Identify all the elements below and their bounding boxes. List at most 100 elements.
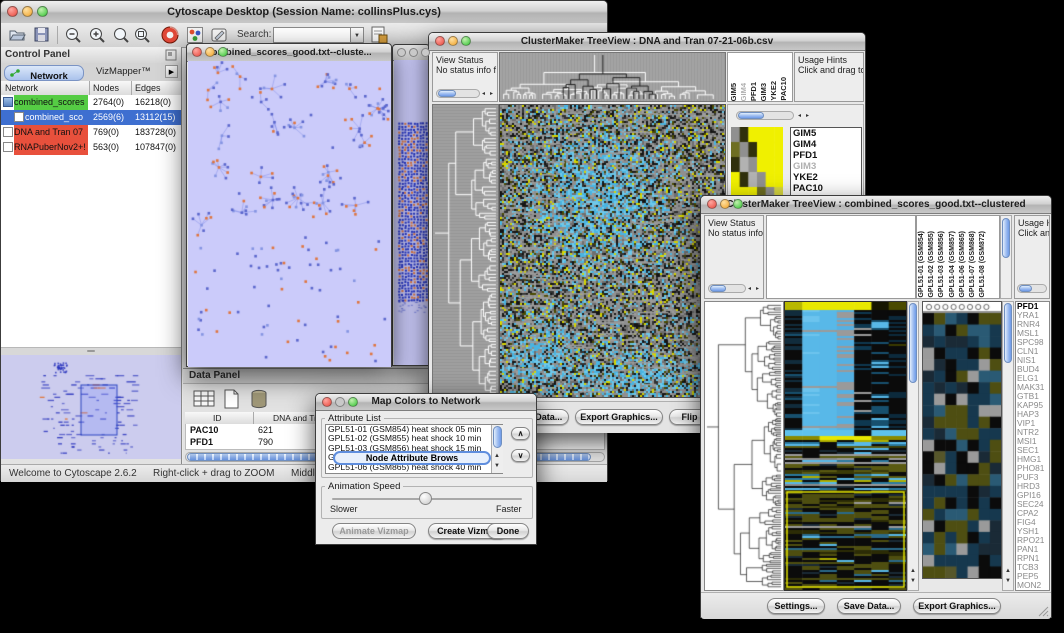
zoom-button[interactable]	[421, 48, 430, 57]
save-data-button[interactable]: Save Data...	[837, 598, 901, 614]
move-down-button[interactable]: ∨	[511, 449, 530, 462]
gene-label[interactable]: YKE2	[791, 172, 861, 183]
network-list-row[interactable]: combined_scores2764(0)16218(0)	[1, 95, 181, 110]
gene-label[interactable]: VIP1	[1016, 419, 1049, 428]
gene-label[interactable]: KAP95	[1016, 401, 1049, 410]
gene-label[interactable]: PFD1	[1016, 302, 1049, 311]
tab-vizmapper[interactable]: VizMapper™	[96, 66, 151, 77]
save-icon[interactable]	[34, 27, 49, 42]
birdseye-overview-canvas[interactable]	[1, 355, 181, 459]
column-label[interactable]: GPL51-02 (GSM855)	[928, 231, 938, 298]
zoom-out-icon[interactable]	[65, 27, 82, 43]
tv2-zoom-heatmap-canvas[interactable]	[922, 301, 1002, 579]
attribute-list-item[interactable]: GPL51-01 (GSM854) heat shock 05 min	[326, 425, 502, 434]
gene-label[interactable]: RPO21	[1016, 536, 1049, 545]
scroll-up-arrow[interactable]: ▲	[910, 568, 916, 575]
gene-label[interactable]: SEC24	[1016, 500, 1049, 509]
animate-vizmap-button[interactable]: Animate Vizmap	[332, 523, 416, 539]
scroll-down-arrow[interactable]: ▼	[494, 463, 500, 470]
col-edges[interactable]: Edges	[135, 83, 161, 93]
zoom-button[interactable]	[218, 47, 228, 57]
float-panel-icon[interactable]	[165, 49, 177, 61]
gene-label[interactable]: PHO81	[1016, 464, 1049, 473]
scroll-right-arrow[interactable]: ▸	[756, 286, 759, 293]
data-col-id[interactable]: ID	[213, 413, 222, 423]
network-list-row[interactable]: DNA and Tran 07769(0)183728(0)	[1, 125, 181, 140]
attribute-list-item[interactable]: GPL51-02 (GSM855) heat shock 10 min	[326, 434, 502, 443]
treeview2-title-bar[interactable]: ClusterMaker TreeView : combined_scores_…	[701, 196, 1051, 214]
new-doc-icon[interactable]	[223, 389, 241, 409]
tv2-row-dendrogram[interactable]	[704, 301, 784, 591]
gene-label[interactable]: PUF3	[1016, 473, 1049, 482]
minimize-button[interactable]	[720, 199, 730, 209]
speed-slider-thumb[interactable]	[419, 492, 432, 505]
gene-label[interactable]: PEP5	[1016, 572, 1049, 581]
attribute-grid-icon[interactable]	[193, 389, 215, 409]
scroll-down-arrow[interactable]: ▼	[1005, 578, 1011, 585]
scroll-thumb[interactable]	[438, 90, 456, 97]
node-attribute-browser-tab[interactable]: Node Attribute Brows	[333, 451, 491, 465]
annotation-icon[interactable]	[211, 27, 228, 43]
column-label[interactable]: GPL51-01 (GSM854)	[918, 231, 928, 298]
export-graphics-button[interactable]: Export Graphics...	[913, 598, 1001, 614]
resize-grip[interactable]	[1037, 605, 1049, 617]
gene-label[interactable]: CLN1	[1016, 347, 1049, 356]
attribute-list-vscrollbar[interactable]: ▲ ▼	[491, 425, 503, 473]
tv2-status-scrollbar[interactable]	[708, 284, 746, 293]
network-canvas[interactable]	[188, 61, 391, 367]
zoom-fit-icon[interactable]	[113, 27, 130, 43]
gene-label[interactable]: BUD4	[1016, 365, 1049, 374]
dense-network-canvas[interactable]	[394, 60, 429, 365]
gene-label[interactable]: MON2	[1016, 581, 1049, 590]
column-label[interactable]: PAC10	[780, 77, 790, 101]
settings-button[interactable]: Settings...	[767, 598, 825, 614]
gene-label[interactable]: HMG1	[1016, 455, 1049, 464]
report-icon[interactable]	[371, 26, 388, 44]
gene-label[interactable]: GIM3	[791, 161, 861, 172]
gene-label[interactable]: PAC10	[791, 183, 861, 194]
gene-label[interactable]: GPI16	[1016, 491, 1049, 500]
minimize-button[interactable]	[205, 47, 215, 57]
scroll-thumb[interactable]	[1004, 303, 1012, 363]
column-label[interactable]: GPL51-03 (GSM856)	[938, 231, 948, 298]
attribute-listbox[interactable]: GPL51-01 (GSM854) heat shock 05 minGPL51…	[325, 424, 503, 474]
scroll-left-arrow[interactable]: ◂	[482, 91, 485, 98]
zoom-button[interactable]	[37, 6, 48, 17]
close-button[interactable]	[322, 397, 332, 407]
gene-label[interactable]: RPN1	[1016, 554, 1049, 563]
gene-label[interactable]: SEC1	[1016, 446, 1049, 455]
gene-label[interactable]: PAN1	[1016, 545, 1049, 554]
col-network[interactable]: Network	[5, 83, 38, 93]
export-graphics-button[interactable]: Export Graphics...	[575, 409, 663, 425]
scroll-down-arrow[interactable]: ▼	[910, 578, 916, 585]
gene-label[interactable]: GIM4	[791, 139, 861, 150]
column-label[interactable]: GPL51-07 (GSM868)	[969, 231, 979, 298]
zoom-in-icon[interactable]	[89, 27, 106, 43]
treeview1-title-bar[interactable]: ClusterMaker TreeView : DNA and Tran 07-…	[429, 33, 865, 51]
move-up-button[interactable]: ∧	[511, 427, 530, 440]
close-button[interactable]	[7, 6, 18, 17]
tv2-usage-scrollbar[interactable]	[1017, 284, 1047, 293]
gene-label[interactable]: HAP3	[1016, 410, 1049, 419]
open-file-icon[interactable]	[9, 27, 26, 42]
help-lifesaver-icon[interactable]	[161, 26, 179, 44]
close-button[interactable]	[707, 199, 717, 209]
close-button[interactable]	[397, 48, 406, 57]
column-label[interactable]: GPL51-08 (GSM872)	[979, 231, 989, 298]
scroll-thumb[interactable]	[493, 426, 502, 448]
tv2-heatmap-vscrollbar[interactable]: ▲ ▼	[907, 301, 919, 591]
scroll-right-arrow[interactable]: ▸	[806, 113, 809, 120]
done-button[interactable]: Done	[487, 523, 529, 539]
scroll-left-arrow[interactable]: ◂	[798, 113, 801, 120]
gene-label[interactable]: YSH1	[1016, 527, 1049, 536]
gene-label[interactable]: MSI1	[1016, 437, 1049, 446]
attribute-list-item[interactable]: GPL51-07 (GSM868) heat shock 60 min	[326, 472, 502, 474]
gene-label[interactable]: NTR2	[1016, 428, 1049, 437]
gene-label[interactable]: MAK31	[1016, 383, 1049, 392]
main-title-bar[interactable]: Cytoscape Desktop (Session Name: collins…	[1, 1, 607, 24]
tv2-labels-vscrollbar[interactable]	[1000, 215, 1012, 299]
tv2-heatmap-canvas[interactable]	[784, 301, 907, 591]
scroll-thumb[interactable]	[738, 112, 764, 119]
gene-label[interactable]: HRD3	[1016, 482, 1049, 491]
gene-label[interactable]: TCB3	[1016, 563, 1049, 572]
